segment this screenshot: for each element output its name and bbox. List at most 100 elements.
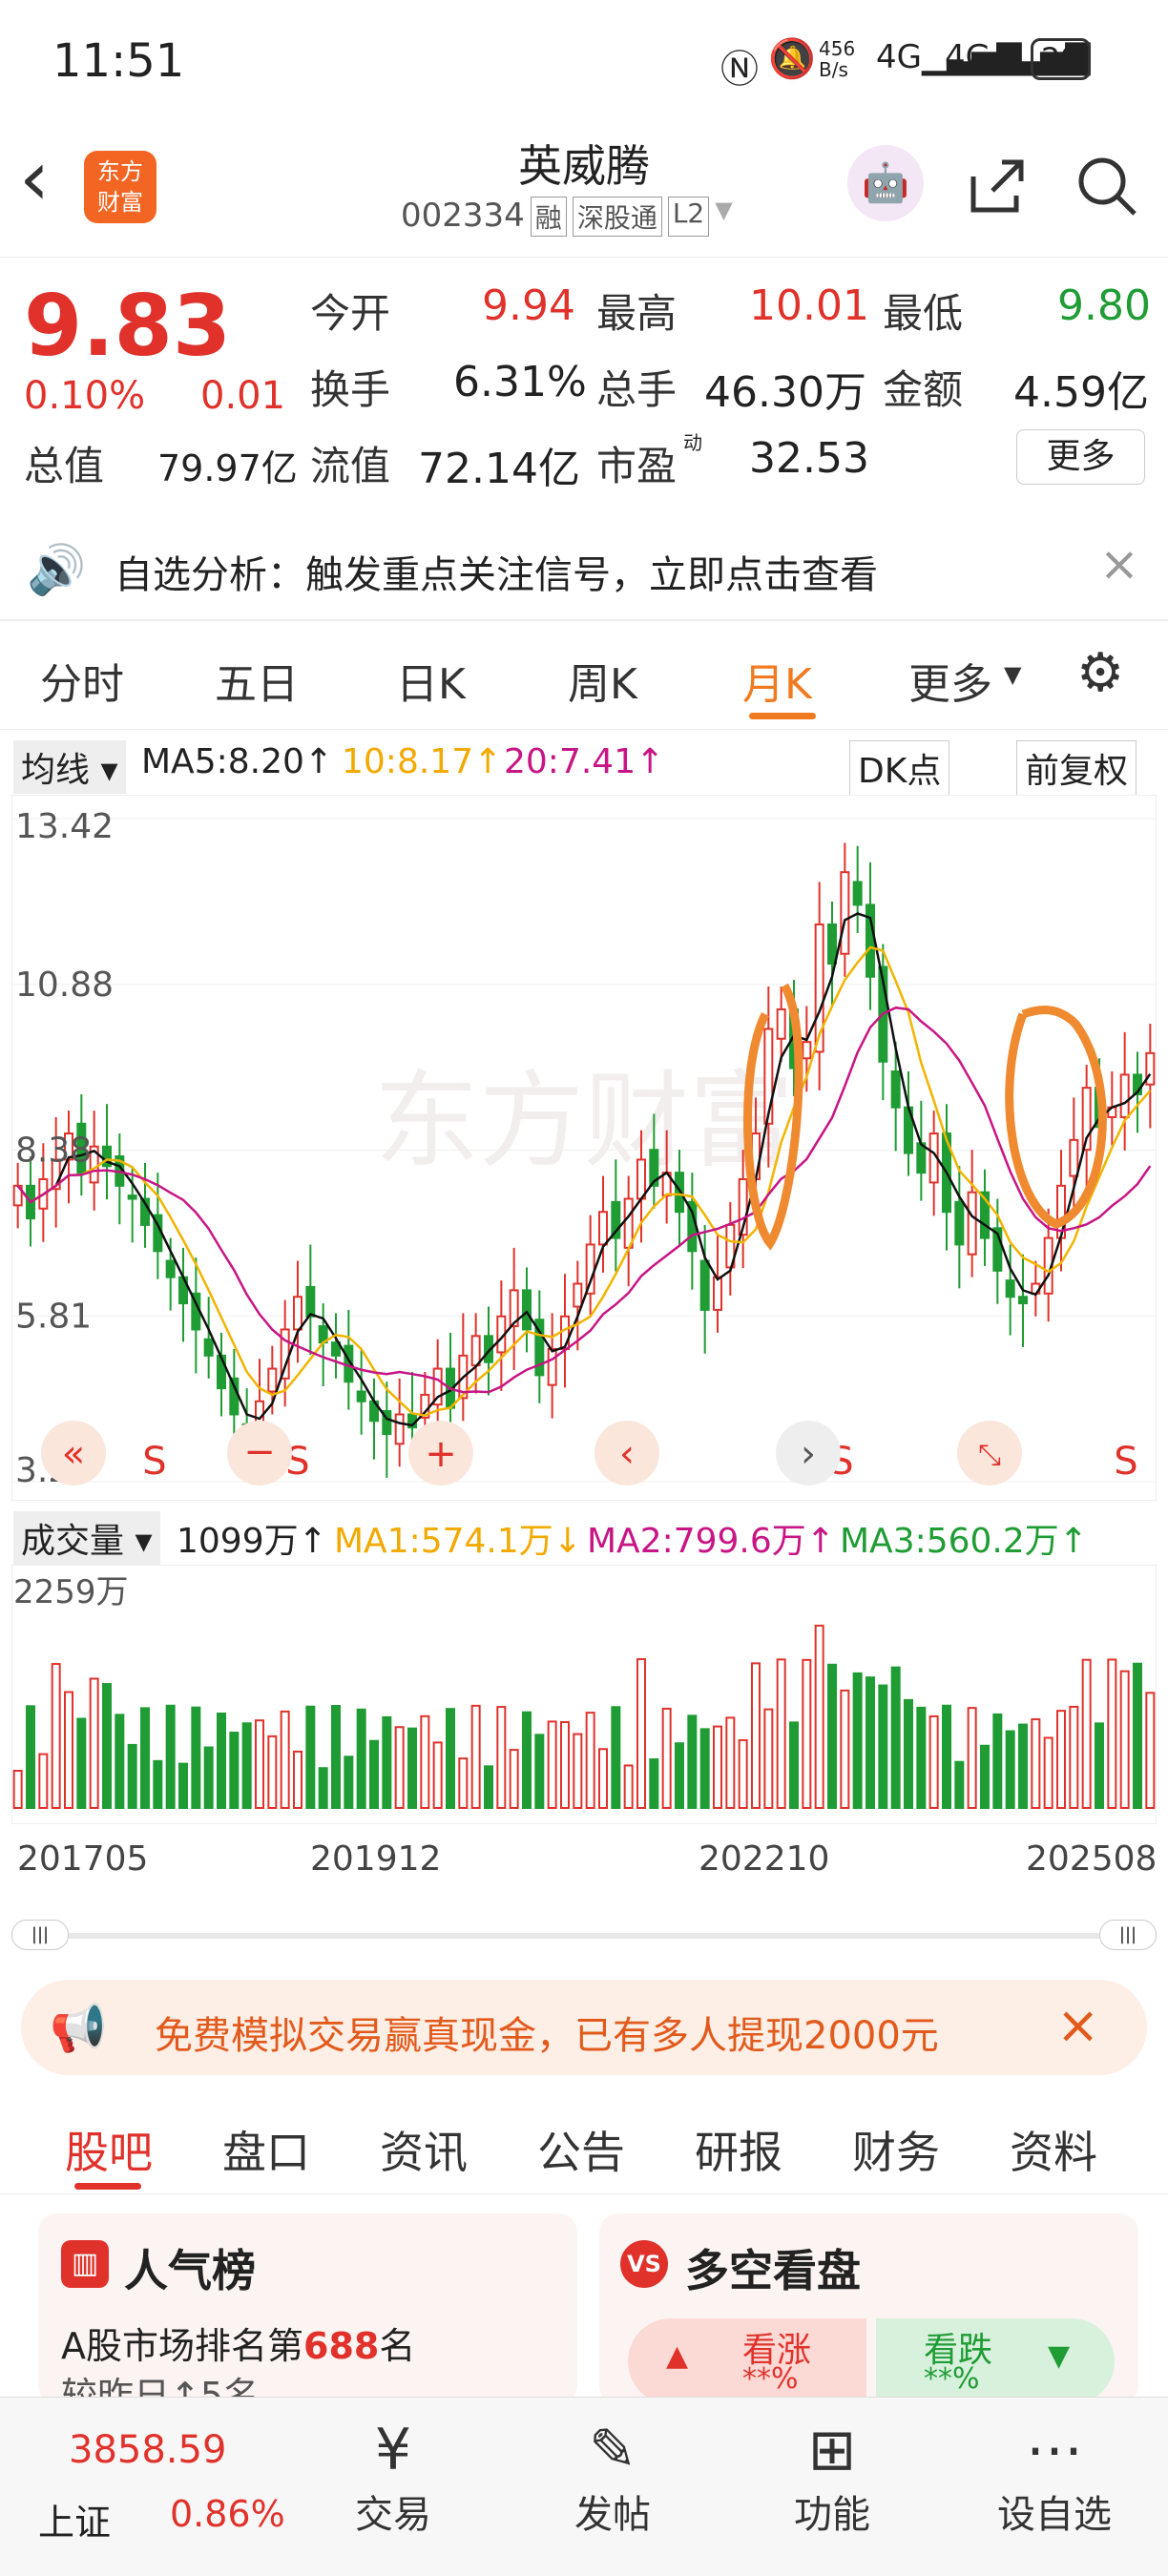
volume-bar [1095, 1722, 1104, 1809]
vs-icon: VS [620, 2240, 668, 2288]
expand-icon[interactable]: ⤡ [978, 1439, 1001, 1472]
search-icon[interactable] [1074, 153, 1140, 219]
ma-select[interactable]: 均线 ▾ [13, 740, 126, 794]
volume-bar [904, 1698, 913, 1809]
rank-suffix: 名 [379, 2325, 416, 2367]
candle [636, 1158, 646, 1200]
chart-scrollbar[interactable]: ||| ||| [11, 1916, 1157, 1954]
volume-bar [394, 1726, 405, 1809]
volume-bar [12, 1770, 23, 1809]
assistant-icon[interactable]: 🤖 [847, 145, 924, 221]
nav-post[interactable]: ✎ 发帖 [517, 2417, 708, 2539]
volume-bar [1107, 1658, 1117, 1810]
volume-bar [509, 1749, 519, 1809]
share-icon[interactable] [964, 153, 1031, 219]
nav-trade-label: 交易 [355, 2493, 431, 2537]
close-icon[interactable]: × [1056, 1995, 1099, 2055]
label-turnover: 换手 [310, 366, 391, 413]
bull-bear-card[interactable]: VS 多空看盘 看涨 **% ▲ 看跌 **% ▼ [599, 2213, 1138, 2404]
tag-connect: 深股通 [572, 197, 662, 237]
label-low: 最低 [883, 290, 964, 337]
signal-notice[interactable]: 🔊 自选分析：触发重点关注信号，立即点击查看 × [0, 515, 1168, 620]
volume-bar [458, 1757, 469, 1809]
adjust-button[interactable]: 前复权 [1016, 740, 1137, 796]
chevron-down-icon[interactable]: ▼ [715, 197, 732, 237]
tab-order-book[interactable]: 盘口 [222, 2118, 310, 2181]
candle [127, 1195, 137, 1200]
zoom-out-icon[interactable]: − [243, 1430, 276, 1474]
gear-icon[interactable]: ⚙ [1076, 642, 1124, 704]
dk-point-button[interactable]: DK点 [849, 740, 950, 796]
value-turnover: 6.31% [453, 358, 587, 406]
pe-superscript: 动 [683, 431, 702, 454]
volume-bar [446, 1708, 455, 1809]
next-icon[interactable]: › [801, 1432, 816, 1476]
tab-news[interactable]: 资讯 [380, 2118, 468, 2181]
close-icon[interactable]: × [1099, 536, 1139, 592]
bull-bear-title: 多空看盘 [685, 2245, 861, 2296]
notice-text: 自选分析：触发重点关注信号，立即点击查看 [115, 553, 878, 597]
quote-panel: 9.83 0.10% 0.01 今开 9.94 最高 10.01 最低 9.80… [0, 258, 1168, 506]
more-button[interactable]: 更多 [1016, 429, 1145, 485]
label-high: 最高 [596, 290, 678, 337]
volume-bar [382, 1715, 392, 1809]
candle [293, 1296, 302, 1331]
yen-icon: ¥ [374, 2417, 412, 2483]
tab-profile[interactable]: 资料 [1010, 2118, 1097, 2181]
rank-number: 688 [303, 2325, 380, 2367]
volume-bar [738, 1738, 748, 1809]
volume-bar [675, 1742, 684, 1810]
volume-bar [305, 1705, 316, 1809]
prev-icon[interactable]: ‹ [619, 1432, 635, 1476]
scroll-handle-right[interactable]: ||| [1099, 1920, 1157, 1950]
zoom-in-icon[interactable]: + [425, 1432, 457, 1476]
tab-research[interactable]: 研报 [695, 2118, 782, 2181]
tab-financials[interactable]: 财务 [852, 2118, 940, 2181]
value-open: 9.94 [482, 281, 575, 330]
candle [840, 871, 850, 955]
candle [802, 1041, 812, 1060]
volume-select[interactable]: 成交量 ▾ [13, 1511, 160, 1565]
candle [827, 923, 837, 966]
candle [394, 1413, 405, 1445]
volume-bar [140, 1707, 150, 1810]
candle [776, 1008, 786, 1040]
candle [890, 1070, 901, 1109]
value-low: 9.80 [1057, 281, 1151, 330]
candle [866, 904, 875, 978]
tab-forum[interactable]: 股吧 [65, 2118, 153, 2181]
index-pct: 0.86% [170, 2493, 285, 2535]
tab-announcements[interactable]: 公告 [537, 2118, 625, 2181]
nav-trade[interactable]: ¥ 交易 [298, 2417, 489, 2539]
tab-daily-k[interactable]: 日K [396, 650, 466, 711]
arrow-down-icon: ▼ [1048, 2339, 1071, 2373]
volume-bar [203, 1746, 214, 1809]
index-widget[interactable]: 3858.59 上证 0.86% [29, 2417, 285, 2560]
volume-bar [280, 1710, 290, 1809]
nav-functions[interactable]: ⊞ 功能 [737, 2417, 928, 2539]
caret-down-icon: ▼ [1004, 661, 1022, 688]
volume-bar [369, 1739, 379, 1809]
popularity-card[interactable]: ▥ 人气榜 A股市场排名第688名 较昨日↑5名 [38, 2213, 577, 2404]
value-pe: 32.53 [749, 434, 869, 483]
bull-value: **% [742, 2362, 799, 2396]
rewind-icon[interactable]: « [62, 1432, 85, 1476]
bear-value: **% [924, 2362, 980, 2396]
bear-button[interactable]: 看跌 **% ▼ [876, 2318, 1115, 2404]
volume-bar [954, 1760, 965, 1809]
tab-time-share[interactable]: 分时 [40, 650, 124, 711]
bull-button[interactable]: 看涨 **% ▲ [628, 2318, 866, 2404]
tab-more[interactable]: 更多 [908, 650, 992, 711]
promo-banner[interactable]: 📢 免费模拟交易赢真现金，已有多人提现2000元 × [21, 1980, 1147, 2075]
tab-five-day[interactable]: 五日 [215, 650, 299, 711]
tab-weekly-k[interactable]: 周K [568, 650, 637, 711]
nav-add-watchlist[interactable]: ⋯ 设自选 [959, 2417, 1150, 2539]
volume-bar [916, 1706, 927, 1809]
volume-chart[interactable]: 2259万 [11, 1565, 1157, 1824]
tab-monthly-k[interactable]: 月K [742, 650, 812, 711]
speaker-icon: 🔊 [27, 542, 87, 597]
kline-chart[interactable]: 东方财富 13.4210.888.385.813.27 SSSSS « − + … [11, 795, 1157, 1501]
sell-signal: S [1114, 1440, 1137, 1484]
volume-bar [1081, 1658, 1092, 1809]
scroll-handle-left[interactable]: ||| [11, 1920, 69, 1950]
